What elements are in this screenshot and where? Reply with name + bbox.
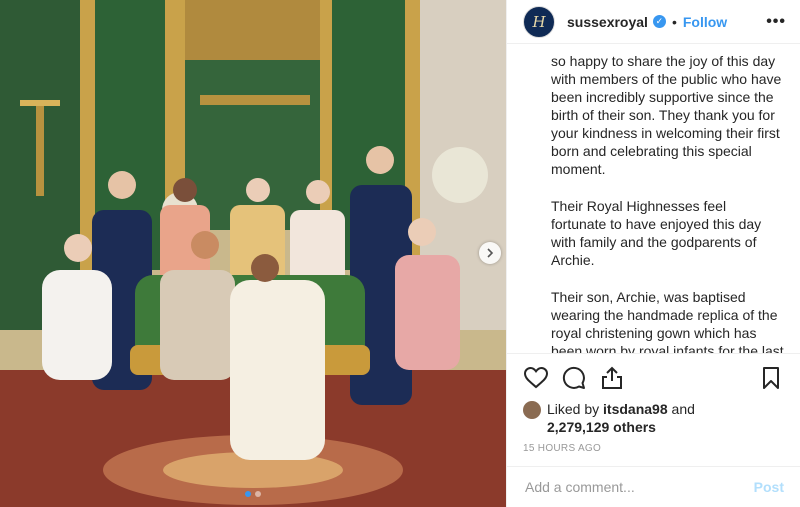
comment-input[interactable] xyxy=(523,478,754,496)
likes-count-link[interactable]: 2,279,129 others xyxy=(547,419,656,435)
post-header: H sussexroyal ✓ • Follow ••• xyxy=(507,0,800,44)
likes-and: and xyxy=(667,401,695,417)
verified-badge-icon: ✓ xyxy=(652,15,666,28)
post-photo[interactable] xyxy=(0,0,506,507)
caption-paragraph: Their Royal Highnesses feel fortunate to… xyxy=(551,198,762,268)
action-icons xyxy=(523,362,784,394)
bookmark-icon[interactable] xyxy=(758,365,784,391)
comment-form: Post xyxy=(507,466,800,507)
post-caption: so happy to share the joy of this day wi… xyxy=(507,44,800,353)
post-timestamp[interactable]: 15 HOURS AGO xyxy=(523,443,784,454)
heart-icon[interactable] xyxy=(523,365,549,391)
post-comment-button[interactable]: Post xyxy=(754,479,784,495)
carousel-next-button[interactable] xyxy=(479,242,501,264)
likes-text: Liked by itsdana98 and 2,279,129 others xyxy=(547,400,695,436)
carousel-dot xyxy=(245,491,251,497)
follow-button[interactable]: Follow xyxy=(683,14,727,30)
share-icon[interactable] xyxy=(599,365,625,391)
profile-avatar[interactable]: H xyxy=(523,5,555,38)
caption-paragraph: Their son, Archie, was baptised wearing … xyxy=(551,289,784,353)
chevron-right-icon xyxy=(487,248,494,258)
caption-paragraph: so happy to share the joy of this day wi… xyxy=(551,53,782,177)
comment-icon[interactable] xyxy=(561,365,587,391)
header-separator: • xyxy=(671,13,677,30)
carousel-indicator xyxy=(0,491,506,497)
likes-prefix: Liked by xyxy=(547,401,604,417)
family-photo-image xyxy=(0,0,506,507)
post-sidebar: H sussexroyal ✓ • Follow ••• so happy to… xyxy=(506,0,800,507)
likes-summary: Liked by itsdana98 and 2,279,129 others xyxy=(523,400,784,436)
more-options-icon[interactable]: ••• xyxy=(766,13,786,31)
liker-avatar[interactable] xyxy=(523,401,541,419)
username-link[interactable]: sussexroyal xyxy=(567,14,648,30)
instagram-post: H sussexroyal ✓ • Follow ••• so happy to… xyxy=(0,0,800,507)
avatar-monogram: H xyxy=(532,12,546,31)
liker-username-link[interactable]: itsdana98 xyxy=(603,401,668,417)
post-actions: Liked by itsdana98 and 2,279,129 others 1… xyxy=(507,353,800,466)
carousel-dot xyxy=(255,491,261,497)
